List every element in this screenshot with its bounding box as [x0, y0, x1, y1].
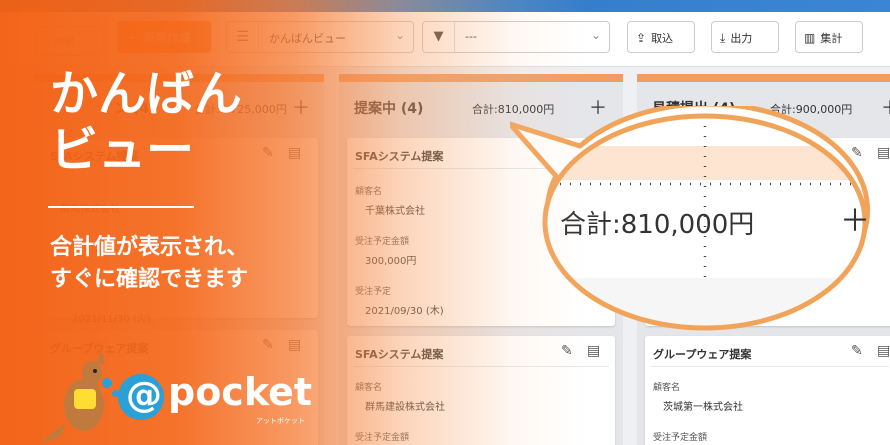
- magnified-plus-icon: ＋: [840, 204, 870, 239]
- card-title: SFAシステム提案: [355, 348, 444, 361]
- filter-select-value: ---: [465, 30, 477, 43]
- list-icon: ☰: [227, 22, 259, 52]
- card-amount: 300,000円: [365, 256, 417, 267]
- export-button[interactable]: ⤓ 出力: [711, 21, 779, 53]
- filter-select[interactable]: ▼ --- ⌄: [422, 21, 610, 53]
- card-date: 2021/11/30 (火): [72, 314, 151, 325]
- search-placeholder: 検索: [53, 36, 76, 49]
- magnified-total: 合計:810,000円: [560, 210, 755, 240]
- card-customer: 茨城第一株式会社: [663, 402, 743, 413]
- headline-line-1: かんばん: [50, 66, 243, 122]
- summary-label: 集計: [820, 32, 843, 45]
- chevron-down-icon: ⌄: [590, 28, 601, 42]
- plus-icon: ＋: [127, 31, 143, 45]
- card-customer: 千葉株式会社: [365, 206, 425, 217]
- pencil-icon[interactable]: ✎: [262, 337, 274, 353]
- card-customer: 群馬建設株式会社: [365, 402, 445, 413]
- divider: [353, 366, 609, 367]
- import-label: 取込: [651, 32, 674, 45]
- chevron-down-icon: ⌄: [394, 28, 405, 42]
- logo-dot: [102, 378, 112, 388]
- top-bar: [0, 0, 890, 12]
- field-label: 受注予定金額: [653, 433, 708, 443]
- headline-line-2: ビュー: [50, 122, 195, 178]
- filter-icon: ▼: [423, 22, 455, 52]
- kanban-card[interactable]: グループウェア提案 ✎ ▤ 顧客名 茨城第一株式会社 受注予定金額: [645, 336, 890, 445]
- new-button-label: 新規作成: [142, 31, 191, 45]
- column-title: 提案中 (4): [354, 101, 424, 117]
- bar-chart-icon: ▥: [804, 31, 816, 45]
- field-label: 受注予定金額: [355, 237, 410, 247]
- field-label: 顧客名: [355, 383, 383, 393]
- view-select[interactable]: ☰ かんばんビュー ⌄: [226, 21, 414, 53]
- document-icon[interactable]: ▤: [288, 337, 301, 353]
- import-button[interactable]: ⇪ 取込: [627, 21, 695, 53]
- pencil-icon[interactable]: ✎: [561, 343, 573, 359]
- card-date: 2021/09/30 (木): [365, 306, 444, 317]
- field-label: 受注予定金額: [355, 433, 410, 443]
- promo-headline: かんばん ビュー: [50, 66, 310, 178]
- search-icon: ⌕: [44, 36, 54, 49]
- upload-icon: ⇪: [636, 31, 647, 45]
- toolbar: ⌕ 検索 ＋ 新規作成 ☰ かんばんビュー ⌄ ▼ --- ⌄ ⇪ 取込 ⤓ 出力 …: [0, 12, 890, 67]
- logo-subtext: アットポケット: [256, 417, 305, 425]
- card-title: SFAシステム提案: [355, 150, 444, 163]
- export-label: 出力: [730, 32, 753, 45]
- promo-subline: 合計値が表示され、 すぐに確認できます: [50, 232, 350, 296]
- add-card-icon[interactable]: ＋: [881, 94, 890, 120]
- view-select-value: かんばんビュー: [269, 32, 346, 45]
- field-label: 顧客名: [355, 187, 383, 197]
- at-mark-icon: @: [118, 374, 164, 420]
- divider: [651, 366, 889, 367]
- headline-rule: [48, 206, 194, 208]
- pencil-icon[interactable]: ✎: [851, 343, 863, 359]
- summary-button[interactable]: ▥ 集計: [795, 21, 863, 53]
- subline-1: 合計値が表示され、: [50, 235, 249, 260]
- subline-2: すぐに確認できます: [50, 267, 249, 292]
- download-icon: ⤓: [720, 31, 726, 45]
- kangaroo-icon: [42, 349, 104, 443]
- new-button[interactable]: ＋ 新規作成: [117, 21, 211, 53]
- document-icon[interactable]: ▤: [587, 343, 600, 359]
- document-icon[interactable]: ▤: [877, 343, 890, 359]
- kanban-card[interactable]: SFAシステム提案 ✎ ▤ 顧客名 群馬建設株式会社 受注予定金額: [347, 336, 615, 445]
- card-title: グループウェア提案: [653, 348, 752, 361]
- field-label: 受注予定: [355, 287, 392, 297]
- logo-wordmark: pocket: [168, 370, 313, 414]
- field-label: 顧客名: [653, 383, 681, 393]
- search-input[interactable]: ⌕ 検索: [35, 26, 103, 56]
